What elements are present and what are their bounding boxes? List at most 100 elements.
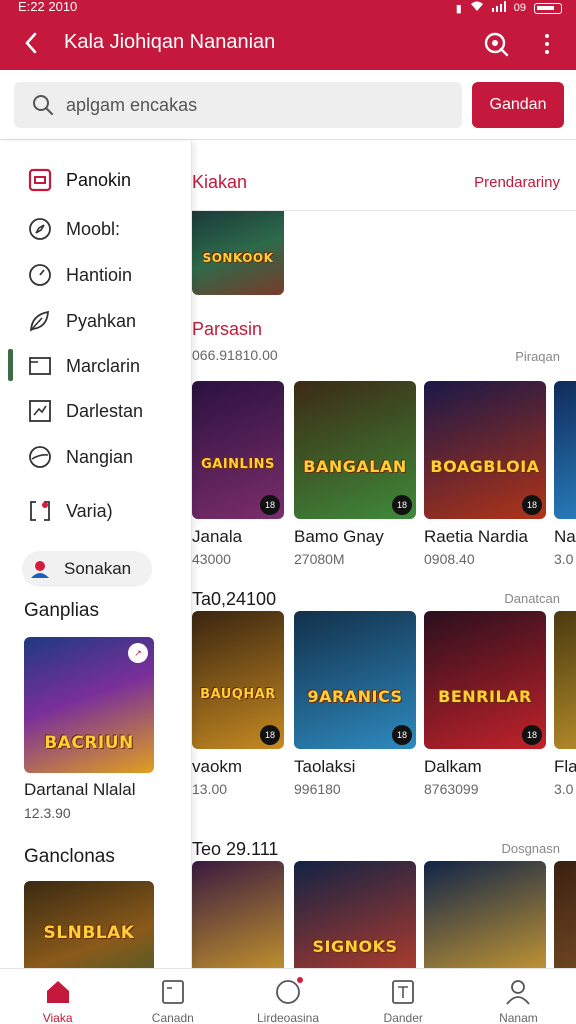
status-icons: ▮ 09 [456,1,562,15]
alarm-icon: ▮ [455,2,462,15]
game-card-title: Bamo Gnay [294,527,384,546]
drawer-game-card[interactable]: BACRIUN ↗ [24,637,154,773]
back-button[interactable] [16,28,46,58]
drawer-card-sub: 12.3.90 [24,805,71,821]
game-card-title: vaokm [192,757,243,776]
section-see-all-link[interactable]: Danatcan [504,591,560,606]
game-card-subtitle: 3.0 [554,781,574,797]
drawer-item-nangian[interactable]: Nangian [0,438,190,476]
drawer-item-label: Moobl: [66,218,121,239]
card-logo: BAUQHAR [200,686,276,702]
drawer-game-card[interactable]: SLNBLAK [24,881,154,969]
card-logo: BACRIUN [44,733,134,753]
drawer-item-varia[interactable]: Varia) [0,492,190,530]
game-card[interactable]: BENRILAR 18 [424,611,546,749]
game-card[interactable]: SIGNOKS18 [294,861,416,969]
chevron-left-icon [25,32,37,54]
card-logo: T [554,457,576,476]
search-box [14,82,462,128]
section-title: Parsasin [192,319,263,339]
age-rating-icon: 18 [392,495,412,515]
dot-icon [545,42,549,46]
search-row: Gandan [0,70,576,140]
drawer-item-marclarin[interactable]: Marclarin [0,347,190,385]
search-button[interactable]: Gandan [472,82,564,128]
drawer-card-title: Dartanal Nlalal [24,780,136,799]
nav-item-nanam[interactable]: Nanam [461,969,576,1024]
drawer-item-label: Darlestan [66,400,144,421]
main-content: Kiakan Prendarariny SONKOOK Parsasin 066.… [192,141,576,969]
game-card[interactable]: 18 [424,861,546,969]
age-rating-icon: 18 [522,725,542,745]
section-see-all-link[interactable]: Piraqan [515,349,560,364]
drawer-item-moobl[interactable]: Moobl: [0,210,190,248]
avatar-icon [31,561,49,578]
profile-chip[interactable]: Sonakan [22,551,152,587]
age-rating-icon: 18 [392,725,412,745]
app-bar: Kala Jiohiqan Nananian [0,18,576,70]
game-card[interactable]: BANGALAN 18 [294,381,416,519]
nav-label: Lirdeoasina [256,1011,320,1024]
game-card-subtitle: 3.0 [554,551,574,567]
game-card[interactable]: 9ARANICS 18 [294,611,416,749]
dot-icon [545,50,549,54]
game-card-title: Janala [192,527,243,546]
nav-label: Canadn [151,1011,194,1024]
search-action-button[interactable] [480,28,512,60]
nav-label: Dander [383,1011,423,1024]
nav-item-lirdeoasina[interactable]: Lirdeoasina [230,969,345,1024]
battery-percent: 09 [513,2,526,14]
card-logo: SONKOOK [202,251,274,265]
status-bar: E:22 2010 ▮ 09 [0,0,576,18]
card-logo: GAINLINS [201,456,275,472]
drawer-item-hantioin[interactable]: Hantioin [0,256,190,294]
section-subtitle: 066.91810.00 [192,347,278,363]
top-game-thumb[interactable]: SONKOOK [192,211,284,295]
drawer-item-label: Nangian [66,446,134,467]
game-card-subtitle: 996180 [294,781,341,797]
game-card-title: Taolaksi [294,757,356,776]
game-card[interactable]: 18 [554,861,576,969]
navigation-drawer: Panokin Moobl: Hantioin Pyahkan Marclari… [0,141,192,969]
drawer-item-pyahkan[interactable]: Pyahkan [0,302,190,340]
person-icon [506,980,531,1005]
game-card-title: Raetia Nardia [424,527,528,546]
game-card[interactable]: BAUQHAR 18 [192,611,284,749]
clock-icon [29,264,51,286]
main-header: Kiakan Prendarariny [192,141,576,211]
signal-icon [491,1,506,15]
wifi-icon [470,1,484,15]
game-card[interactable]: 18 [554,611,576,749]
inbox-icon [28,168,52,192]
card-logo: SLNBLAK [43,923,135,943]
section-see-all-link[interactable]: Dosgnasn [501,841,560,856]
game-card[interactable]: GAINLINS 18 [192,381,284,519]
tablet-icon [161,980,184,1004]
game-card[interactable]: T18 [554,381,576,519]
status-time: E:22 2010 [18,0,78,14]
game-card-title: Dalkam [424,757,482,776]
game-card-subtitle: 8763099 [424,781,479,797]
chip-label: Sonakan [64,559,132,578]
game-card-subtitle: 0908.40 [424,551,475,567]
search-input[interactable] [66,94,446,116]
search-icon [33,95,53,115]
card-logo: BOAGBLOIA [430,456,540,476]
chart-icon [29,400,51,422]
card-logo: 9ARANICS [307,686,403,706]
drawer-item-panokin[interactable]: Panokin [0,161,190,199]
drawer-item-label: Hantioin [66,264,133,285]
age-rating-icon: 18 [260,495,280,515]
drawer-item-label: Varia) [66,500,113,521]
nav-item-dander[interactable]: Dander [346,969,461,1024]
nav-item-canadn[interactable]: Canadn [115,969,230,1024]
game-card-title: Nam [554,527,576,546]
drawer-item-darlestan[interactable]: Darlestan [0,392,190,430]
game-card[interactable]: BOAGBLOIA 18 [424,381,546,519]
game-card[interactable]: 18 [192,861,284,969]
more-options-button[interactable] [532,28,562,60]
filter-link[interactable]: Prendarariny [474,174,560,191]
card-logo: BENRILAR [438,686,532,706]
page-title: Kala Jiohiqan Nananian [64,31,276,53]
nav-item-home[interactable]: Viaka [0,969,115,1024]
